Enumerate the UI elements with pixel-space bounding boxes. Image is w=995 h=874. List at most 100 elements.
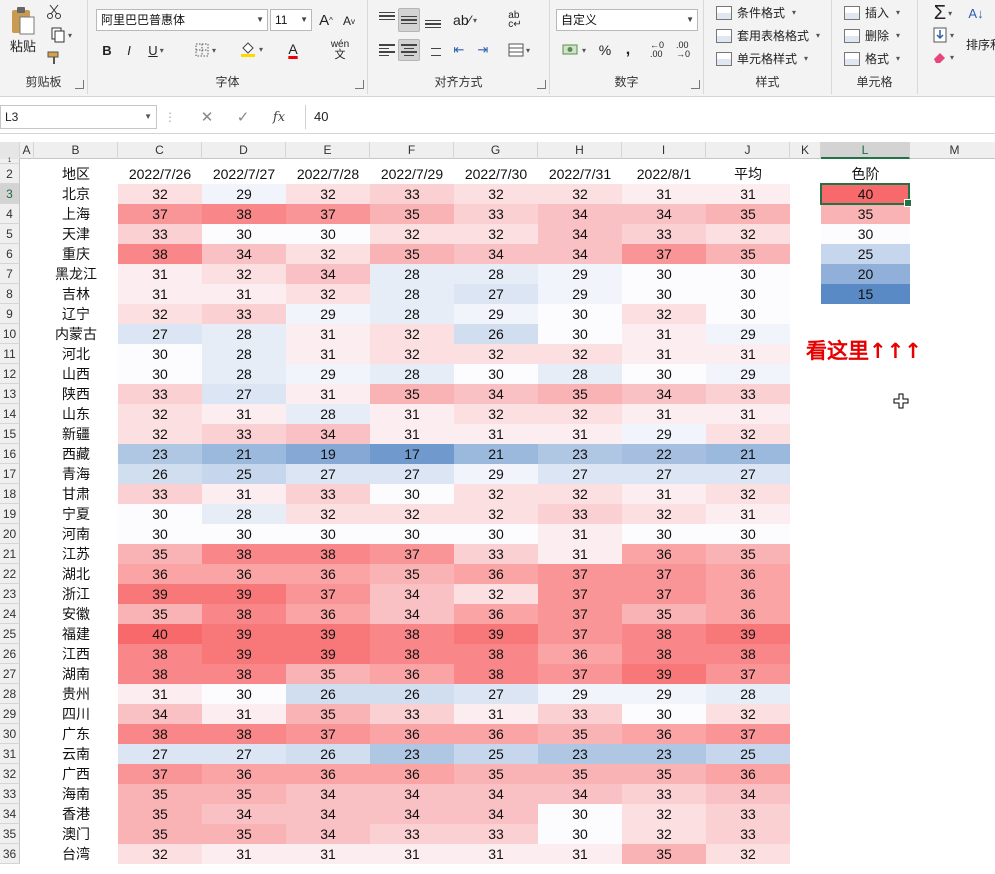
clipboard-launcher[interactable]	[75, 80, 84, 89]
value-cell[interactable]: 36	[202, 564, 286, 584]
value-cell[interactable]: 32	[706, 224, 790, 244]
value-cell[interactable]: 31	[202, 484, 286, 504]
value-cell[interactable]: 35	[538, 764, 622, 784]
value-cell[interactable]: 25	[202, 464, 286, 484]
value-cell[interactable]: 26	[286, 684, 370, 704]
value-cell[interactable]: 31	[286, 844, 370, 864]
region-cell[interactable]: 北京	[34, 184, 118, 204]
region-cell[interactable]: 海南	[34, 784, 118, 804]
value-cell[interactable]: 35	[118, 824, 202, 844]
region-cell[interactable]: 山东	[34, 404, 118, 424]
value-cell[interactable]: 31	[706, 184, 790, 204]
name-box[interactable]: L3 ▼	[0, 105, 157, 129]
value-cell[interactable]: 30	[538, 804, 622, 824]
value-cell[interactable]: 31	[538, 424, 622, 444]
row-header[interactable]: 34	[0, 804, 20, 824]
increase-indent-button[interactable]: ⇥	[472, 39, 494, 61]
value-cell[interactable]: 38	[370, 644, 454, 664]
row-header[interactable]: 13	[0, 384, 20, 404]
value-cell[interactable]: 37	[706, 724, 790, 744]
value-cell[interactable]: 34	[286, 784, 370, 804]
value-cell[interactable]: 32	[454, 484, 538, 504]
value-cell[interactable]: 27	[454, 684, 538, 704]
column-header-I[interactable]: I	[622, 142, 706, 159]
value-cell[interactable]: 35	[706, 204, 790, 224]
value-cell[interactable]: 36	[538, 644, 622, 664]
value-cell[interactable]: 31	[538, 544, 622, 564]
value-cell[interactable]: 33	[454, 544, 538, 564]
value-cell[interactable]: 32	[118, 404, 202, 424]
value-cell[interactable]: 37	[538, 564, 622, 584]
region-cell[interactable]: 广西	[34, 764, 118, 784]
value-cell[interactable]: 30	[454, 364, 538, 384]
phonetic-button[interactable]: wén 文	[322, 38, 358, 62]
value-cell[interactable]: 32	[370, 504, 454, 524]
row-header[interactable]: 31	[0, 744, 20, 764]
value-cell[interactable]: 32	[454, 184, 538, 204]
value-cell[interactable]: 38	[286, 544, 370, 564]
worksheet-grid[interactable]: ABCDEFGHIJKLM 1 2 地区 2022/7/26 2022/7/27 2022…	[0, 142, 995, 874]
row-header[interactable]: 20	[0, 524, 20, 544]
value-cell[interactable]: 36	[454, 604, 538, 624]
value-cell[interactable]: 30	[370, 524, 454, 544]
value-cell[interactable]: 37	[538, 664, 622, 684]
value-cell[interactable]: 32	[622, 504, 706, 524]
region-cell[interactable]: 广东	[34, 724, 118, 744]
value-cell[interactable]: 34	[454, 784, 538, 804]
conditional-formatting-button[interactable]: 条件格式 ▾	[716, 4, 796, 21]
region-cell[interactable]: 黑龙江	[34, 264, 118, 284]
value-cell[interactable]: 38	[370, 624, 454, 644]
row-header[interactable]: 6	[0, 244, 20, 264]
row-header[interactable]: 25	[0, 624, 20, 644]
align-left-button[interactable]	[376, 39, 398, 61]
region-cell[interactable]: 贵州	[34, 684, 118, 704]
region-cell[interactable]: 吉林	[34, 284, 118, 304]
row-header[interactable]: 19	[0, 504, 20, 524]
value-cell[interactable]: 31	[118, 264, 202, 284]
value-cell[interactable]: 36	[706, 584, 790, 604]
value-cell[interactable]: 30	[622, 284, 706, 304]
format-as-table-button[interactable]: 套用表格格式 ▾	[716, 27, 820, 44]
value-cell[interactable]: 29	[538, 284, 622, 304]
value-cell[interactable]: 30	[538, 304, 622, 324]
value-cell[interactable]: 38	[202, 204, 286, 224]
value-cell[interactable]: 31	[202, 404, 286, 424]
column-header-H[interactable]: H	[538, 142, 622, 159]
region-cell[interactable]: 安徽	[34, 604, 118, 624]
sort-filter-icon[interactable]: A↓	[964, 2, 988, 24]
value-cell[interactable]: 35	[370, 384, 454, 404]
value-cell[interactable]: 33	[622, 784, 706, 804]
column-header-M[interactable]: M	[910, 142, 995, 159]
row-header[interactable]: 24	[0, 604, 20, 624]
row-header[interactable]: 29	[0, 704, 20, 724]
value-cell[interactable]: 31	[706, 344, 790, 364]
value-cell[interactable]: 30	[706, 284, 790, 304]
value-cell[interactable]: 32	[706, 484, 790, 504]
percent-button[interactable]: %	[596, 40, 614, 60]
value-cell[interactable]: 37	[286, 584, 370, 604]
value-cell[interactable]: 31	[538, 524, 622, 544]
value-cell[interactable]: 26	[370, 684, 454, 704]
value-cell[interactable]: 33	[538, 504, 622, 524]
value-cell[interactable]: 37	[538, 624, 622, 644]
value-cell[interactable]: 35	[370, 244, 454, 264]
value-cell[interactable]: 35	[454, 764, 538, 784]
value-cell[interactable]: 31	[370, 844, 454, 864]
value-cell[interactable]: 36	[370, 724, 454, 744]
value-cell[interactable]: 36	[622, 724, 706, 744]
sort-filter-label[interactable]: 排序和	[966, 36, 995, 53]
value-cell[interactable]: 32	[454, 404, 538, 424]
value-cell[interactable]: 17	[370, 444, 454, 464]
value-cell[interactable]: 27	[454, 284, 538, 304]
region-cell[interactable]: 上海	[34, 204, 118, 224]
value-cell[interactable]: 28	[370, 364, 454, 384]
value-cell[interactable]: 28	[202, 344, 286, 364]
row-header[interactable]: 35	[0, 824, 20, 844]
align-top-button[interactable]	[376, 8, 398, 32]
value-cell[interactable]: 34	[370, 784, 454, 804]
value-cell[interactable]: 31	[622, 324, 706, 344]
value-cell[interactable]: 28	[370, 264, 454, 284]
insert-button[interactable]: 插入 ▾	[844, 4, 900, 21]
value-cell[interactable]: 27	[202, 384, 286, 404]
value-cell[interactable]: 32	[202, 264, 286, 284]
